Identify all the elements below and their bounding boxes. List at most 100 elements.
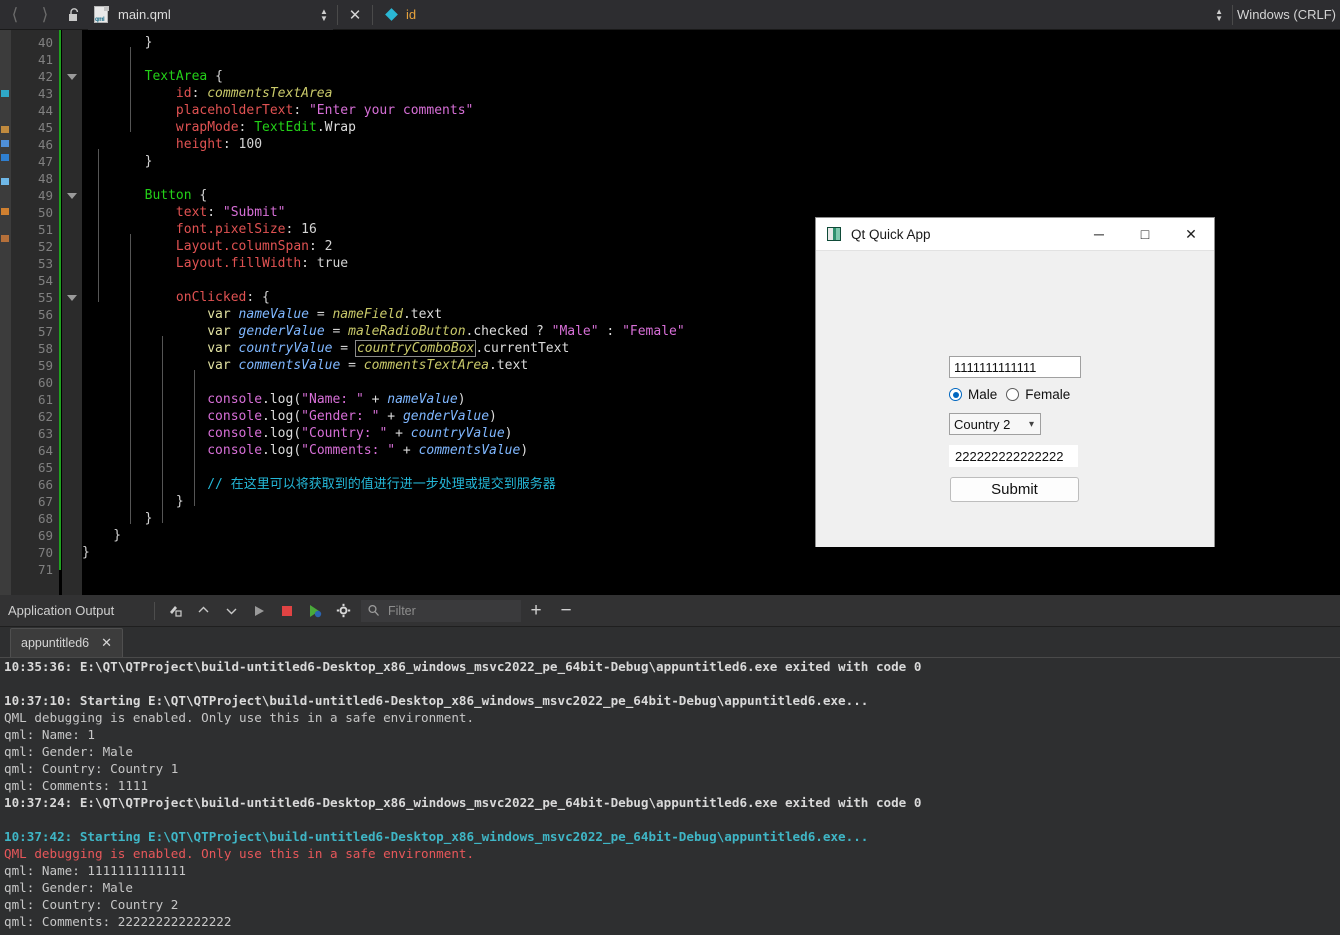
code-token: genderValue — [402, 409, 490, 424]
code-token: = — [340, 358, 364, 373]
previous-item-icon[interactable] — [189, 595, 217, 627]
line-ending-selector[interactable]: ▲ ▼ Windows (CRLF) — [1210, 0, 1340, 30]
code-line: } — [82, 510, 153, 527]
code-token: .checked ? — [465, 324, 552, 339]
output-panel-toolbar: Application Output Filter + − — [0, 595, 1340, 627]
code-token: ) — [504, 426, 513, 441]
editor-marker[interactable] — [1, 90, 9, 97]
code-token: : — [285, 222, 302, 237]
code-token: .log( — [262, 426, 302, 441]
log-line: 10:37:10: Starting E:\QT\QTProject\build… — [4, 693, 869, 708]
line-number: 61 — [37, 392, 53, 407]
log-line: qml: Comments: 222222222222222 — [4, 914, 232, 929]
qt-creator-window: ⟨ ⟩ qml main.qml ▲ ▼ ✕ id ▲ ▼ Windows (C… — [0, 0, 1340, 935]
editor-marker[interactable] — [1, 126, 9, 133]
code-line: } — [82, 544, 90, 561]
code-token: .log( — [262, 409, 302, 424]
code-token: ) — [520, 443, 529, 458]
output-log[interactable]: 10:35:36: E:\QT\QTProject\build-untitled… — [0, 658, 1340, 935]
country-combobox[interactable]: Country 2 ▾ — [949, 413, 1041, 435]
qt-app-titlebar[interactable]: Qt Quick App ─ □ ✕ — [816, 218, 1214, 251]
close-button[interactable]: ✕ — [1168, 218, 1214, 251]
code-token: + — [395, 443, 419, 458]
back-arrow-icon[interactable]: ⟨ — [0, 0, 30, 30]
open-in-editor-icon[interactable] — [161, 595, 189, 627]
tab-appuntitled6[interactable]: appuntitled6 ✕ — [10, 628, 124, 657]
line-number: 60 — [37, 375, 53, 390]
increase-font-button[interactable]: + — [521, 600, 551, 622]
code-token: .log( — [262, 443, 302, 458]
minimize-button[interactable]: ─ — [1076, 218, 1122, 251]
editor-marker[interactable] — [1, 178, 9, 185]
debug-icon[interactable] — [301, 595, 329, 627]
stop-icon[interactable] — [273, 595, 301, 627]
line-number: 59 — [37, 358, 53, 373]
settings-gear-icon[interactable] — [329, 595, 357, 627]
code-line: var genderValue = maleRadioButton.checke… — [82, 323, 684, 340]
code-line: var commentsValue = commentsTextArea.tex… — [82, 357, 528, 374]
code-token: } — [82, 494, 184, 509]
radio-female[interactable]: Female — [1006, 387, 1070, 402]
code-folding-column[interactable] — [62, 30, 82, 595]
decrease-font-button[interactable]: − — [551, 600, 581, 622]
close-document-icon[interactable]: ✕ — [342, 0, 368, 30]
toolbar-divider-3 — [1232, 4, 1234, 25]
code-token: var — [207, 358, 231, 373]
output-panel-title: Application Output — [8, 603, 115, 618]
name-input[interactable]: 1111111111111 — [949, 356, 1081, 378]
line-number: 47 — [37, 154, 53, 169]
fold-arrow-icon[interactable] — [67, 295, 77, 301]
editor-marker[interactable] — [1, 235, 9, 242]
code-token: { — [207, 69, 223, 84]
code-token: + — [379, 409, 403, 424]
comments-textarea[interactable]: 222222222222222 — [949, 445, 1078, 467]
line-number: 51 — [37, 222, 53, 237]
current-file-selector[interactable]: qml main.qml ▲ ▼ — [88, 0, 333, 30]
symbol-selector[interactable]: id — [377, 0, 1210, 30]
maximize-button[interactable]: □ — [1122, 218, 1168, 251]
radio-male[interactable]: Male — [949, 387, 997, 402]
line-ending-arrows-icon[interactable]: ▲ ▼ — [1210, 0, 1228, 30]
code-token: countryValue — [238, 341, 333, 356]
qt-quick-app-window[interactable]: Qt Quick App ─ □ ✕ 1111111111111 Male Fe… — [815, 217, 1215, 547]
log-line: qml: Gender: Male — [4, 744, 133, 759]
log-line: qml: Gender: Male — [4, 880, 133, 895]
code-token: nameValue — [387, 392, 458, 407]
editor-marker-strip[interactable] — [0, 30, 11, 595]
line-number: 50 — [37, 205, 53, 220]
code-token: "Comments: " — [301, 443, 396, 458]
editor-marker[interactable] — [1, 208, 9, 215]
line-number: 42 — [37, 69, 53, 84]
next-item-icon[interactable] — [217, 595, 245, 627]
file-dropdown-arrows-icon[interactable]: ▲ ▼ — [315, 0, 333, 30]
submit-button[interactable]: Submit — [950, 477, 1079, 502]
code-line: // 在这里可以将获取到的值进行进一步处理或提交到服务器 — [82, 476, 555, 493]
fold-arrow-icon[interactable] — [67, 193, 77, 199]
editor-marker[interactable] — [1, 140, 9, 147]
code-token: .text — [489, 358, 529, 373]
line-number: 41 — [37, 52, 53, 67]
country-combobox-value: Country 2 — [954, 416, 1011, 432]
code-token: "Male" — [551, 324, 599, 339]
code-token: TextEdit — [254, 120, 317, 135]
run-icon[interactable] — [245, 595, 273, 627]
filter-input[interactable]: Filter — [361, 599, 521, 622]
unlocked-padlock-icon[interactable] — [60, 0, 88, 30]
code-token: } — [82, 154, 153, 169]
forward-arrow-icon[interactable]: ⟩ — [30, 0, 60, 30]
code-token: commentsTextArea — [207, 86, 333, 101]
fold-arrow-icon[interactable] — [67, 74, 77, 80]
close-icon[interactable]: ✕ — [101, 635, 112, 651]
editor-marker[interactable] — [1, 154, 9, 161]
code-token: = — [309, 307, 333, 322]
